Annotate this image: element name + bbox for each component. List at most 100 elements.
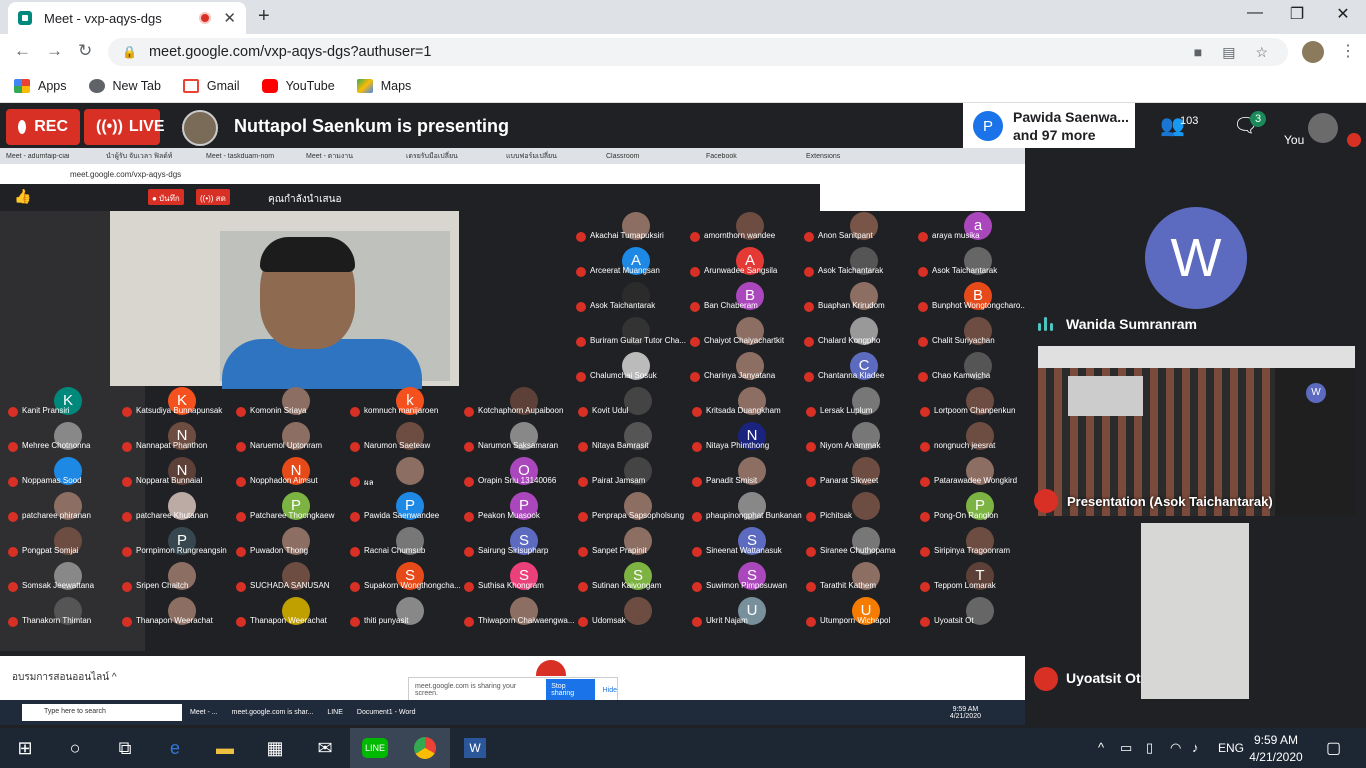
bookmark-gmail[interactable]: Gmail — [182, 79, 240, 93]
bookmark-new-tab[interactable]: New Tab — [88, 79, 161, 93]
tile-name: Uyoatsit Ot — [1066, 670, 1141, 686]
microphone-icon[interactable]: ▯ — [1146, 740, 1153, 756]
muted-mic-icon — [464, 477, 474, 487]
muted-mic-icon — [806, 512, 816, 522]
end-call-button[interactable] — [536, 660, 566, 676]
participant-name: Udomsak — [592, 616, 626, 625]
new-tab-button[interactable]: + — [258, 5, 270, 28]
muted-mic-icon — [350, 512, 360, 522]
url-field[interactable]: 🔒 meet.google.com/vxp-aqys-dgs?authuser=… — [108, 38, 1288, 66]
inner-search-box: Type here to search — [22, 704, 182, 721]
participant-tile: S Suthisa Khongram — [460, 562, 572, 596]
inner-task-item: meet.google.com is shar... — [231, 709, 314, 716]
muted-mic-icon — [692, 547, 702, 557]
close-window-button[interactable]: ✕ — [1328, 4, 1358, 24]
muted-mic-icon — [236, 442, 246, 452]
translate-icon[interactable]: ▤ — [1222, 44, 1235, 61]
muted-mic-icon — [464, 442, 474, 452]
participant-tile: K Kanit Pransiri — [4, 387, 116, 421]
participant-name: Chantanna Kladee — [818, 371, 885, 380]
back-icon[interactable]: ← — [14, 41, 31, 61]
participant-tile: Somsak Jeewattana — [4, 562, 116, 596]
stop-sharing-button[interactable]: Stop sharing — [546, 679, 595, 701]
shared-screen: Meet - adumfaip-ciai นำผู้รับ จับเวลา ฟิล… — [0, 148, 1025, 725]
rec-button[interactable]: REC — [6, 109, 80, 145]
maps-icon — [356, 79, 373, 93]
profile-avatar[interactable] — [1302, 41, 1324, 63]
line-app-icon[interactable]: LINE — [350, 728, 400, 768]
participant-tile: Kritsada Duangkham — [688, 387, 800, 421]
recording-indicator-icon — [199, 12, 212, 24]
system-clock[interactable]: 9:59 AM 4/21/2020 — [1246, 732, 1306, 766]
muted-mic-icon — [806, 407, 816, 417]
star-icon[interactable]: ☆ — [1255, 44, 1268, 61]
browser-tab[interactable]: Meet - vxp-aqys-dgs ✕ — [8, 2, 246, 34]
participant-tile: Noppamas Sood — [4, 457, 116, 491]
mail-icon[interactable]: ✉ — [300, 728, 350, 768]
participant-name: Buaphan Krirudom — [818, 301, 885, 310]
participant-tile: ผล — [346, 457, 458, 491]
muted-mic-icon — [806, 442, 816, 452]
file-explorer-icon[interactable]: ▬ — [200, 728, 250, 768]
notifications-icon[interactable]: ▢ — [1326, 738, 1341, 758]
participant-name: Bunphot Wongtongcharo... — [932, 301, 1025, 310]
muted-mic-icon — [578, 477, 588, 487]
chrome-icon[interactable] — [400, 728, 450, 768]
search-circle-icon[interactable]: ○ — [50, 728, 100, 768]
participant-tile: Siripinya Tragoonram — [916, 527, 1025, 561]
participant-avatar: P — [973, 111, 1003, 141]
browser-menu-icon[interactable]: ⋮ — [1340, 41, 1356, 61]
tile-presentation[interactable]: W — [1038, 346, 1355, 516]
participants-summary[interactable]: P Pawida Saenwa... and 97 more — [963, 103, 1135, 149]
participant-tile: Pongpat Somjai — [4, 527, 116, 561]
battery-icon[interactable]: ▭ — [1120, 740, 1132, 756]
store-icon[interactable]: ▦ — [250, 728, 300, 768]
muted-mic-icon — [692, 582, 702, 592]
participant-tile: Nitaya Bamrasit — [574, 422, 686, 456]
bookmark-apps[interactable]: Apps — [14, 79, 67, 93]
wifi-icon[interactable]: ◠ — [1170, 740, 1181, 756]
gmail-icon — [182, 79, 199, 93]
participant-name: Chaiyot Chaiyachartkit — [704, 336, 785, 345]
muted-mic-icon — [350, 582, 360, 592]
globe-icon — [88, 79, 105, 93]
self-avatar[interactable] — [1308, 113, 1338, 143]
forward-icon[interactable]: → — [46, 41, 63, 61]
live-button[interactable]: ((•)) LIVE — [84, 109, 164, 145]
participant-name: Suthisa Khongram — [478, 581, 544, 590]
muted-mic-icon — [350, 547, 360, 557]
edge-icon[interactable]: e — [150, 728, 200, 768]
show-hidden-icons[interactable]: ^ — [1098, 740, 1104, 755]
participant-tile: patcharee phiranan — [4, 492, 116, 526]
participant-tile: S Suwimon Pimposuwan — [688, 562, 800, 596]
bookmark-maps[interactable]: Maps — [356, 79, 411, 93]
presenter-video — [110, 211, 459, 389]
muted-mic-icon — [8, 477, 18, 487]
muted-mic-icon — [578, 407, 588, 417]
reload-icon[interactable]: ↻ — [78, 41, 92, 61]
participant-tile: Akachai Tumapuksiri — [572, 212, 684, 246]
task-view-icon[interactable]: ⧉ — [100, 728, 150, 768]
muted-mic-icon — [122, 582, 132, 592]
minimize-button[interactable]: — — [1240, 4, 1270, 22]
start-windows-icon[interactable]: ⊞ — [0, 728, 50, 768]
bookmark-youtube[interactable]: YouTube — [261, 79, 335, 93]
participant-tile: P Patcharee Thoongkaew — [232, 492, 344, 526]
language-indicator[interactable]: ENG — [1218, 741, 1244, 755]
participant-tile: amornthorn wandee — [686, 212, 798, 246]
hide-button[interactable]: Hide — [603, 687, 617, 694]
inner-right-toolbar — [820, 184, 1025, 211]
participant-tile: Buriram Guitar Tutor Cha... — [572, 317, 686, 351]
close-tab-icon[interactable]: ✕ — [223, 9, 236, 27]
participant-name: patcharee Khutanan — [136, 511, 209, 520]
participant-tile: P Pawida Saenwandee — [346, 492, 458, 526]
participant-tile: Naruemol Uptonram — [232, 422, 344, 456]
participant-name: Lortpoom Chanpenkun — [934, 406, 1016, 415]
word-icon[interactable]: W — [450, 728, 500, 768]
restore-button[interactable]: ❐ — [1282, 4, 1312, 24]
muted-mic-icon — [122, 442, 132, 452]
volume-icon[interactable]: ♪ — [1192, 740, 1199, 755]
muted-mic-icon — [350, 477, 360, 487]
participant-name: amornthorn wandee — [704, 231, 776, 240]
camera-icon[interactable]: ■ — [1194, 44, 1202, 60]
